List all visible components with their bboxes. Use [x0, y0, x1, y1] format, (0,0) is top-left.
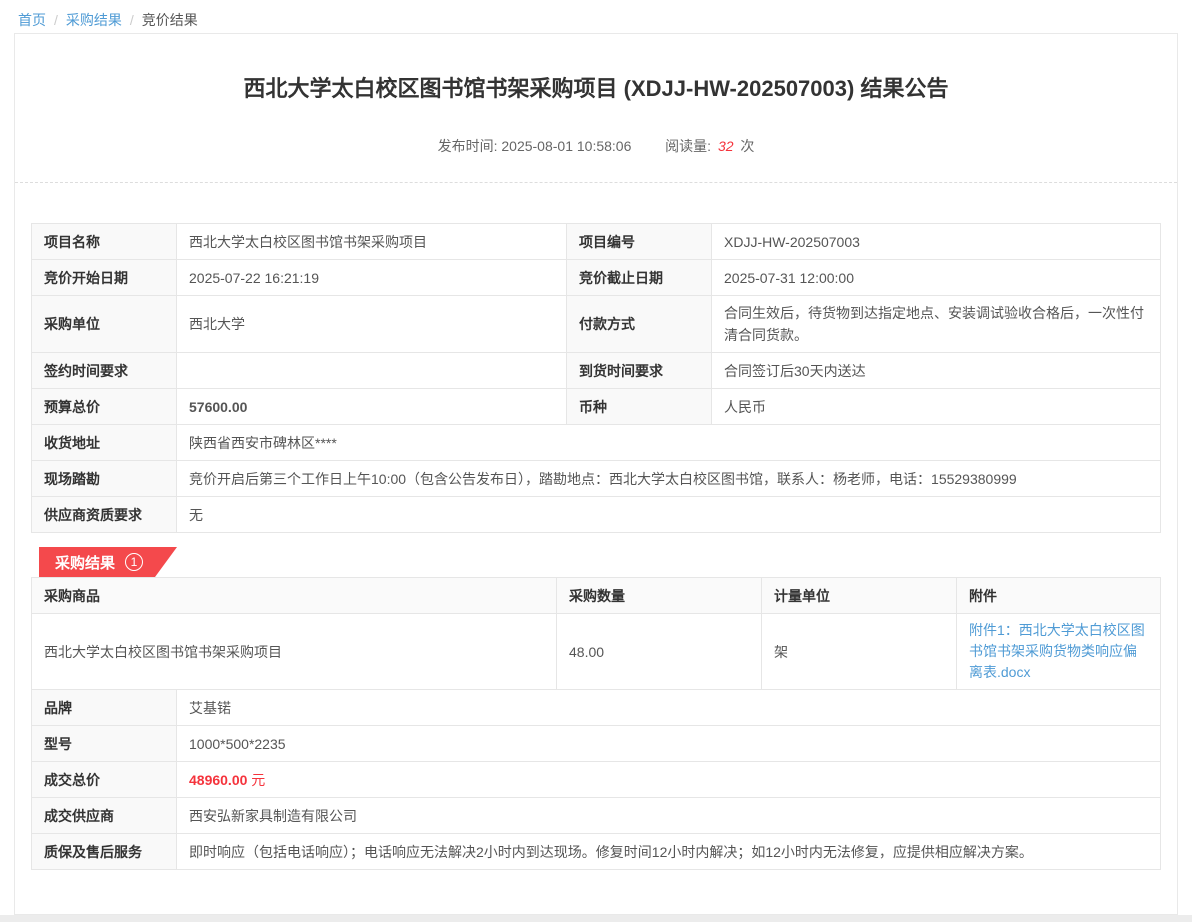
address-label: 收货地址 [32, 425, 177, 461]
header-unit: 计量单位 [762, 578, 957, 614]
announcement-card: 西北大学太白校区图书馆书架采购项目 (XDJJ-HW-202507003) 结果… [14, 33, 1178, 915]
table-row: 成交供应商 西安弘新家具制造有限公司 [32, 798, 1161, 834]
budget-value: 57600.00 [177, 389, 567, 425]
table-row: 型号 1000*500*2235 [32, 726, 1161, 762]
publish-time-label: 发布时间: [438, 138, 498, 154]
purchaser-value: 西北大学 [177, 296, 567, 353]
brand-value: 艾基锘 [177, 690, 1161, 726]
deal-price-unit: 元 [251, 772, 265, 788]
purchaser-label: 采购单位 [32, 296, 177, 353]
sign-time-label: 签约时间要求 [32, 353, 177, 389]
budget-label: 预算总价 [32, 389, 177, 425]
address-value: 陕西省西安市碑林区**** [177, 425, 1161, 461]
bid-end-value: 2025-07-31 12:00:00 [712, 260, 1161, 296]
result-table: 采购商品 采购数量 计量单位 附件 西北大学太白校区图书馆书架采购项目 48.0… [31, 577, 1161, 690]
model-value: 1000*500*2235 [177, 726, 1161, 762]
header-product: 采购商品 [32, 578, 557, 614]
table-row: 预算总价 57600.00 币种 人民币 [32, 389, 1161, 425]
table-row: 竞价开始日期 2025-07-22 16:21:19 竞价截止日期 2025-0… [32, 260, 1161, 296]
page-title: 西北大学太白校区图书馆书架采购项目 (XDJJ-HW-202507003) 结果… [15, 74, 1177, 104]
unit-cell: 架 [762, 614, 957, 690]
supplier-label: 成交供应商 [32, 798, 177, 834]
page-footer-strip [0, 915, 1192, 922]
table-row: 采购单位 西北大学 付款方式 合同生效后，待货物到达指定地点、安装调试验收合格后… [32, 296, 1161, 353]
breadcrumb-separator: / [130, 12, 134, 28]
table-row: 质保及售后服务 即时响应（包括电话响应）；电话响应无法解决2小时内到达现场。修复… [32, 834, 1161, 870]
payment-label: 付款方式 [567, 296, 712, 353]
read-count-label: 阅读量: [665, 138, 711, 154]
read-count-unit: 次 [740, 138, 754, 154]
publish-time-value: 2025-08-01 10:58:06 [501, 138, 631, 154]
qualification-label: 供应商资质要求 [32, 497, 177, 533]
breadcrumb: 首页 / 采购结果 / 竞价结果 [0, 0, 1192, 33]
payment-value: 合同生效后，待货物到达指定地点、安装调试验收合格后，一次性付清合同货款。 [712, 296, 1161, 353]
procurement-result-ribbon: 采购结果 1 [39, 547, 177, 577]
breadcrumb-link-results[interactable]: 采购结果 [66, 12, 122, 28]
delivery-time-value: 合同签订后30天内送达 [712, 353, 1161, 389]
deal-price-number: 48960.00 [189, 772, 247, 788]
quantity-cell: 48.00 [557, 614, 762, 690]
breadcrumb-current: 竞价结果 [142, 12, 198, 28]
bid-start-value: 2025-07-22 16:21:19 [177, 260, 567, 296]
table-row: 项目名称 西北大学太白校区图书馆书架采购项目 项目编号 XDJJ-HW-2025… [32, 224, 1161, 260]
product-cell: 西北大学太白校区图书馆书架采购项目 [32, 614, 557, 690]
site-visit-value: 竞价开启后第三个工作日上午10:00（包含公告发布日），踏勘地点：西北大学太白校… [177, 461, 1161, 497]
project-no-label: 项目编号 [567, 224, 712, 260]
warranty-value: 即时响应（包括电话响应）；电话响应无法解决2小时内到达现场。修复时间12小时内解… [177, 834, 1161, 870]
bid-start-label: 竞价开始日期 [32, 260, 177, 296]
bid-end-label: 竞价截止日期 [567, 260, 712, 296]
table-row: 供应商资质要求 无 [32, 497, 1161, 533]
table-row: 西北大学太白校区图书馆书架采购项目 48.00 架 附件1：西北大学太白校区图书… [32, 614, 1161, 690]
dashed-divider [15, 182, 1177, 183]
attachment-cell: 附件1：西北大学太白校区图书馆书架采购货物类响应偏离表.docx [957, 614, 1161, 690]
header-quantity: 采购数量 [557, 578, 762, 614]
result-detail-table: 品牌 艾基锘 型号 1000*500*2235 成交总价 48960.00 元 … [31, 689, 1161, 870]
table-row: 成交总价 48960.00 元 [32, 762, 1161, 798]
read-count-value: 32 [718, 138, 734, 154]
table-row: 现场踏勘 竞价开启后第三个工作日上午10:00（包含公告发布日），踏勘地点：西北… [32, 461, 1161, 497]
project-name-value: 西北大学太白校区图书馆书架采购项目 [177, 224, 567, 260]
publish-meta: 发布时间: 2025-08-01 10:58:06 阅读量: 32 次 [15, 136, 1177, 156]
model-label: 型号 [32, 726, 177, 762]
sign-time-value [177, 353, 567, 389]
ribbon-count-badge: 1 [125, 553, 143, 571]
project-no-value: XDJJ-HW-202507003 [712, 224, 1161, 260]
breadcrumb-link-home[interactable]: 首页 [18, 12, 46, 28]
brand-label: 品牌 [32, 690, 177, 726]
site-visit-label: 现场踏勘 [32, 461, 177, 497]
project-info-table: 项目名称 西北大学太白校区图书馆书架采购项目 项目编号 XDJJ-HW-2025… [31, 223, 1161, 533]
table-row: 收货地址 陕西省西安市碑林区**** [32, 425, 1161, 461]
qualification-value: 无 [177, 497, 1161, 533]
attachment-link[interactable]: 附件1：西北大学太白校区图书馆书架采购货物类响应偏离表.docx [969, 620, 1148, 683]
deal-price-label: 成交总价 [32, 762, 177, 798]
breadcrumb-separator: / [54, 12, 58, 28]
table-row: 品牌 艾基锘 [32, 690, 1161, 726]
ribbon-label: 采购结果 [55, 552, 115, 573]
supplier-value: 西安弘新家具制造有限公司 [177, 798, 1161, 834]
table-header-row: 采购商品 采购数量 计量单位 附件 [32, 578, 1161, 614]
table-row: 签约时间要求 到货时间要求 合同签订后30天内送达 [32, 353, 1161, 389]
deal-price-value: 48960.00 元 [177, 762, 1161, 798]
project-name-label: 项目名称 [32, 224, 177, 260]
warranty-label: 质保及售后服务 [32, 834, 177, 870]
currency-label: 币种 [567, 389, 712, 425]
header-attachment: 附件 [957, 578, 1161, 614]
delivery-time-label: 到货时间要求 [567, 353, 712, 389]
currency-value: 人民币 [712, 389, 1161, 425]
